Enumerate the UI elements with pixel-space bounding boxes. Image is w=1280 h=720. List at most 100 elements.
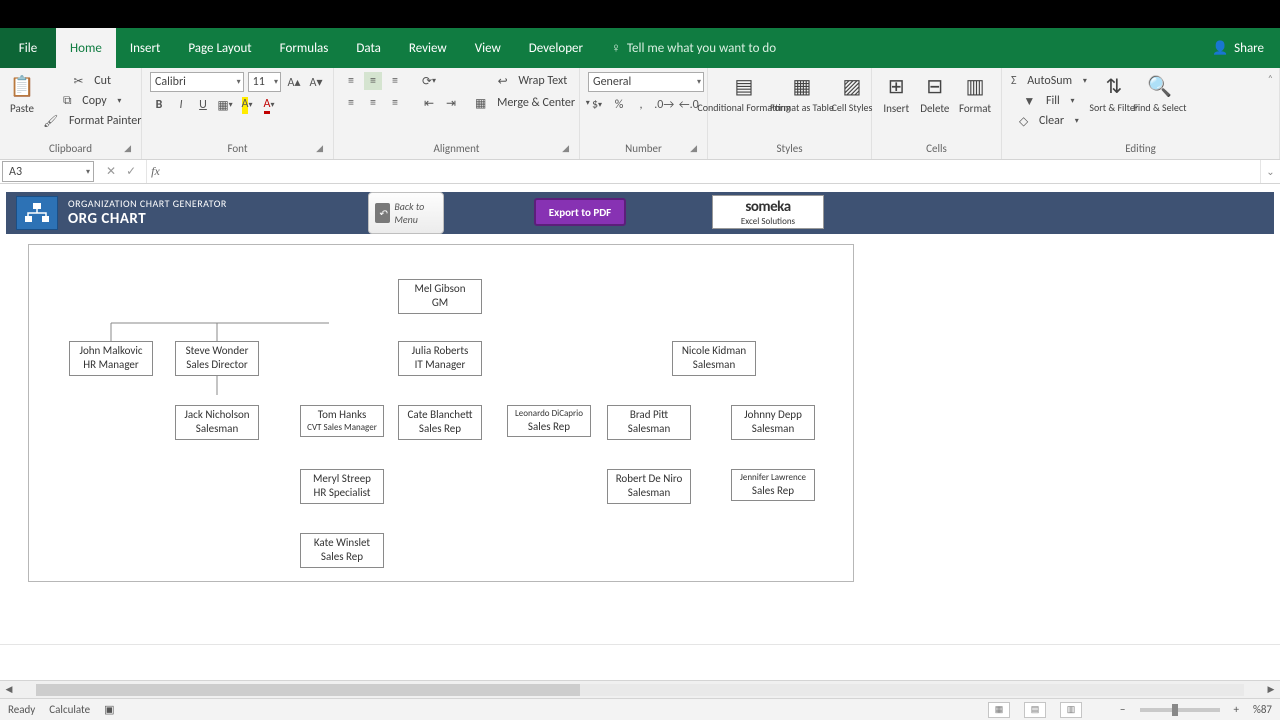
percent-button[interactable]: %	[610, 96, 628, 114]
tab-formulas[interactable]: Formulas	[266, 28, 343, 68]
tab-home[interactable]: Home	[56, 28, 116, 68]
dialog-launcher-icon[interactable]: ◢	[316, 143, 323, 154]
tab-review[interactable]: Review	[395, 28, 461, 68]
share-button[interactable]: 👤 Share	[1196, 28, 1280, 68]
increase-indent-button[interactable]: ⇥	[442, 94, 460, 112]
clear-button[interactable]: ◇ Clear ▾	[1010, 112, 1088, 130]
number-format-select[interactable]: General▾	[588, 72, 704, 92]
zoom-level[interactable]: %87	[1253, 703, 1272, 716]
tab-insert[interactable]: Insert	[116, 28, 175, 68]
align-middle-button[interactable]: ≡	[364, 72, 382, 90]
org-node[interactable]: Tom HanksCVT Sales Manager	[300, 405, 384, 437]
macro-record-icon[interactable]: ▣	[104, 703, 114, 716]
name-box[interactable]: A3▾	[2, 161, 94, 182]
scroll-right-button[interactable]: ▶	[1262, 684, 1280, 695]
accounting-button[interactable]: $▾	[588, 96, 606, 114]
decrease-font-button[interactable]: A▾	[307, 73, 325, 91]
expand-formula-bar-button[interactable]: ⌄	[1260, 160, 1280, 183]
comma-button[interactable]: ,	[632, 96, 650, 114]
bold-button[interactable]: B	[150, 96, 168, 114]
insert-icon: ⊞	[882, 72, 910, 100]
borders-button[interactable]: ▦▾	[216, 96, 234, 114]
export-pdf-button[interactable]: Export to PDF	[534, 198, 626, 226]
format-cells-button[interactable]: ▥Format	[957, 72, 993, 115]
normal-view-button[interactable]: ▦	[988, 702, 1010, 718]
underline-button[interactable]: U	[194, 96, 212, 114]
enter-formula-button[interactable]: ✓	[126, 164, 136, 179]
table-label: Format as Table	[770, 102, 834, 113]
zoom-slider[interactable]	[1140, 708, 1220, 712]
org-node[interactable]: Meryl StreepHR Specialist	[300, 469, 384, 504]
format-as-table-button[interactable]: ▦Format as Table	[778, 72, 826, 113]
worksheet-area[interactable]: ORGANIZATION CHART GENERATOR ORG CHART ↶…	[0, 184, 1280, 644]
cut-button[interactable]: ✂ Cut	[42, 72, 142, 90]
conditional-formatting-button[interactable]: ▤Conditional Formatting	[716, 72, 772, 113]
org-node[interactable]: Leonardo DiCaprioSales Rep	[507, 405, 591, 437]
wrap-text-button[interactable]: ↩ Wrap Text	[474, 72, 591, 90]
cancel-formula-button[interactable]: ✕	[106, 164, 116, 179]
dialog-launcher-icon[interactable]: ◢	[124, 143, 131, 154]
org-node[interactable]: Jack NicholsonSalesman	[175, 405, 259, 440]
align-bottom-button[interactable]: ≡	[386, 72, 404, 90]
zoom-in-button[interactable]: +	[1234, 703, 1239, 716]
font-name-select[interactable]: Calibri▾	[150, 72, 244, 92]
org-node[interactable]: Kate WinsletSales Rep	[300, 533, 384, 568]
tell-me[interactable]: ♀ Tell me what you want to do	[597, 28, 1196, 68]
status-calculate[interactable]: Calculate	[49, 703, 90, 716]
back-to-menu-button[interactable]: ↶ Back to Menu	[368, 192, 444, 234]
org-node[interactable]: Steve WonderSales Director	[175, 341, 259, 376]
format-painter-button[interactable]: 🖌 Format Painter	[42, 112, 142, 130]
decrease-indent-button[interactable]: ⇤	[420, 94, 438, 112]
horizontal-scrollbar[interactable]: ◀ ▶	[0, 680, 1280, 698]
align-left-button[interactable]: ≡	[342, 94, 360, 112]
org-node[interactable]: Mel GibsonGM	[398, 279, 482, 314]
org-node[interactable]: Julia RobertsIT Manager	[398, 341, 482, 376]
tab-data[interactable]: Data	[342, 28, 395, 68]
tab-file[interactable]: File	[0, 28, 56, 68]
italic-button[interactable]: I	[172, 96, 190, 114]
scroll-track[interactable]	[36, 684, 1244, 696]
dialog-launcher-icon[interactable]: ◢	[690, 143, 697, 154]
tab-view[interactable]: View	[461, 28, 515, 68]
zoom-handle[interactable]	[1172, 704, 1178, 716]
sort-filter-button[interactable]: ⇅Sort & Filter	[1094, 72, 1134, 130]
cell-styles-button[interactable]: ▨Cell Styles	[832, 72, 872, 113]
align-right-button[interactable]: ≡	[386, 94, 404, 112]
collapse-ribbon-button[interactable]: ˄	[1268, 72, 1273, 85]
scroll-left-button[interactable]: ◀	[0, 684, 18, 695]
font-size-select[interactable]: 11▾	[248, 72, 281, 92]
page-layout-view-button[interactable]: ▤	[1024, 702, 1046, 718]
org-chart-logo-icon	[16, 196, 58, 230]
tab-developer[interactable]: Developer	[515, 28, 597, 68]
paste-button[interactable]: 📋 Paste	[8, 72, 36, 130]
fx-icon[interactable]: fx	[147, 160, 164, 183]
fill-button[interactable]: ▼ Fill ▾	[1010, 92, 1088, 110]
orientation-button[interactable]: ⟳▾	[420, 72, 438, 90]
increase-font-button[interactable]: A▴	[285, 73, 303, 91]
org-node[interactable]: Brad PittSalesman	[607, 405, 691, 440]
scroll-thumb[interactable]	[36, 684, 580, 696]
font-color-button[interactable]: A▾	[260, 96, 278, 114]
org-node[interactable]: Nicole KidmanSalesman	[672, 341, 756, 376]
delete-cells-button[interactable]: ⊟Delete	[919, 72, 952, 115]
org-node[interactable]: Jennifer LawrenceSales Rep	[731, 469, 815, 501]
fill-color-button[interactable]: A▾	[238, 96, 256, 114]
autosum-button[interactable]: Σ AutoSum ▾	[1010, 72, 1088, 90]
align-top-button[interactable]: ≡	[342, 72, 360, 90]
insert-cells-button[interactable]: ⊞Insert	[880, 72, 913, 115]
copy-button[interactable]: ⧉ Copy ▾	[42, 92, 142, 110]
org-node[interactable]: Johnny DeppSalesman	[731, 405, 815, 440]
merge-center-button[interactable]: ▦ Merge & Center ▾	[474, 94, 591, 112]
decrease-decimal-button[interactable]: ←.0	[679, 96, 700, 114]
page-break-view-button[interactable]: ▥	[1060, 702, 1082, 718]
zoom-out-button[interactable]: −	[1120, 703, 1125, 716]
org-node[interactable]: John MalkovicHR Manager	[69, 341, 153, 376]
dialog-launcher-icon[interactable]: ◢	[562, 143, 569, 154]
increase-decimal-button[interactable]: .0→	[654, 96, 675, 114]
formula-input[interactable]	[164, 160, 1260, 183]
align-center-button[interactable]: ≡	[364, 94, 382, 112]
tab-page-layout[interactable]: Page Layout	[174, 28, 265, 68]
org-node[interactable]: Robert De NiroSalesman	[607, 469, 691, 504]
org-node[interactable]: Cate BlanchettSales Rep	[398, 405, 482, 440]
find-select-button[interactable]: 🔍Find & Select	[1140, 72, 1180, 130]
